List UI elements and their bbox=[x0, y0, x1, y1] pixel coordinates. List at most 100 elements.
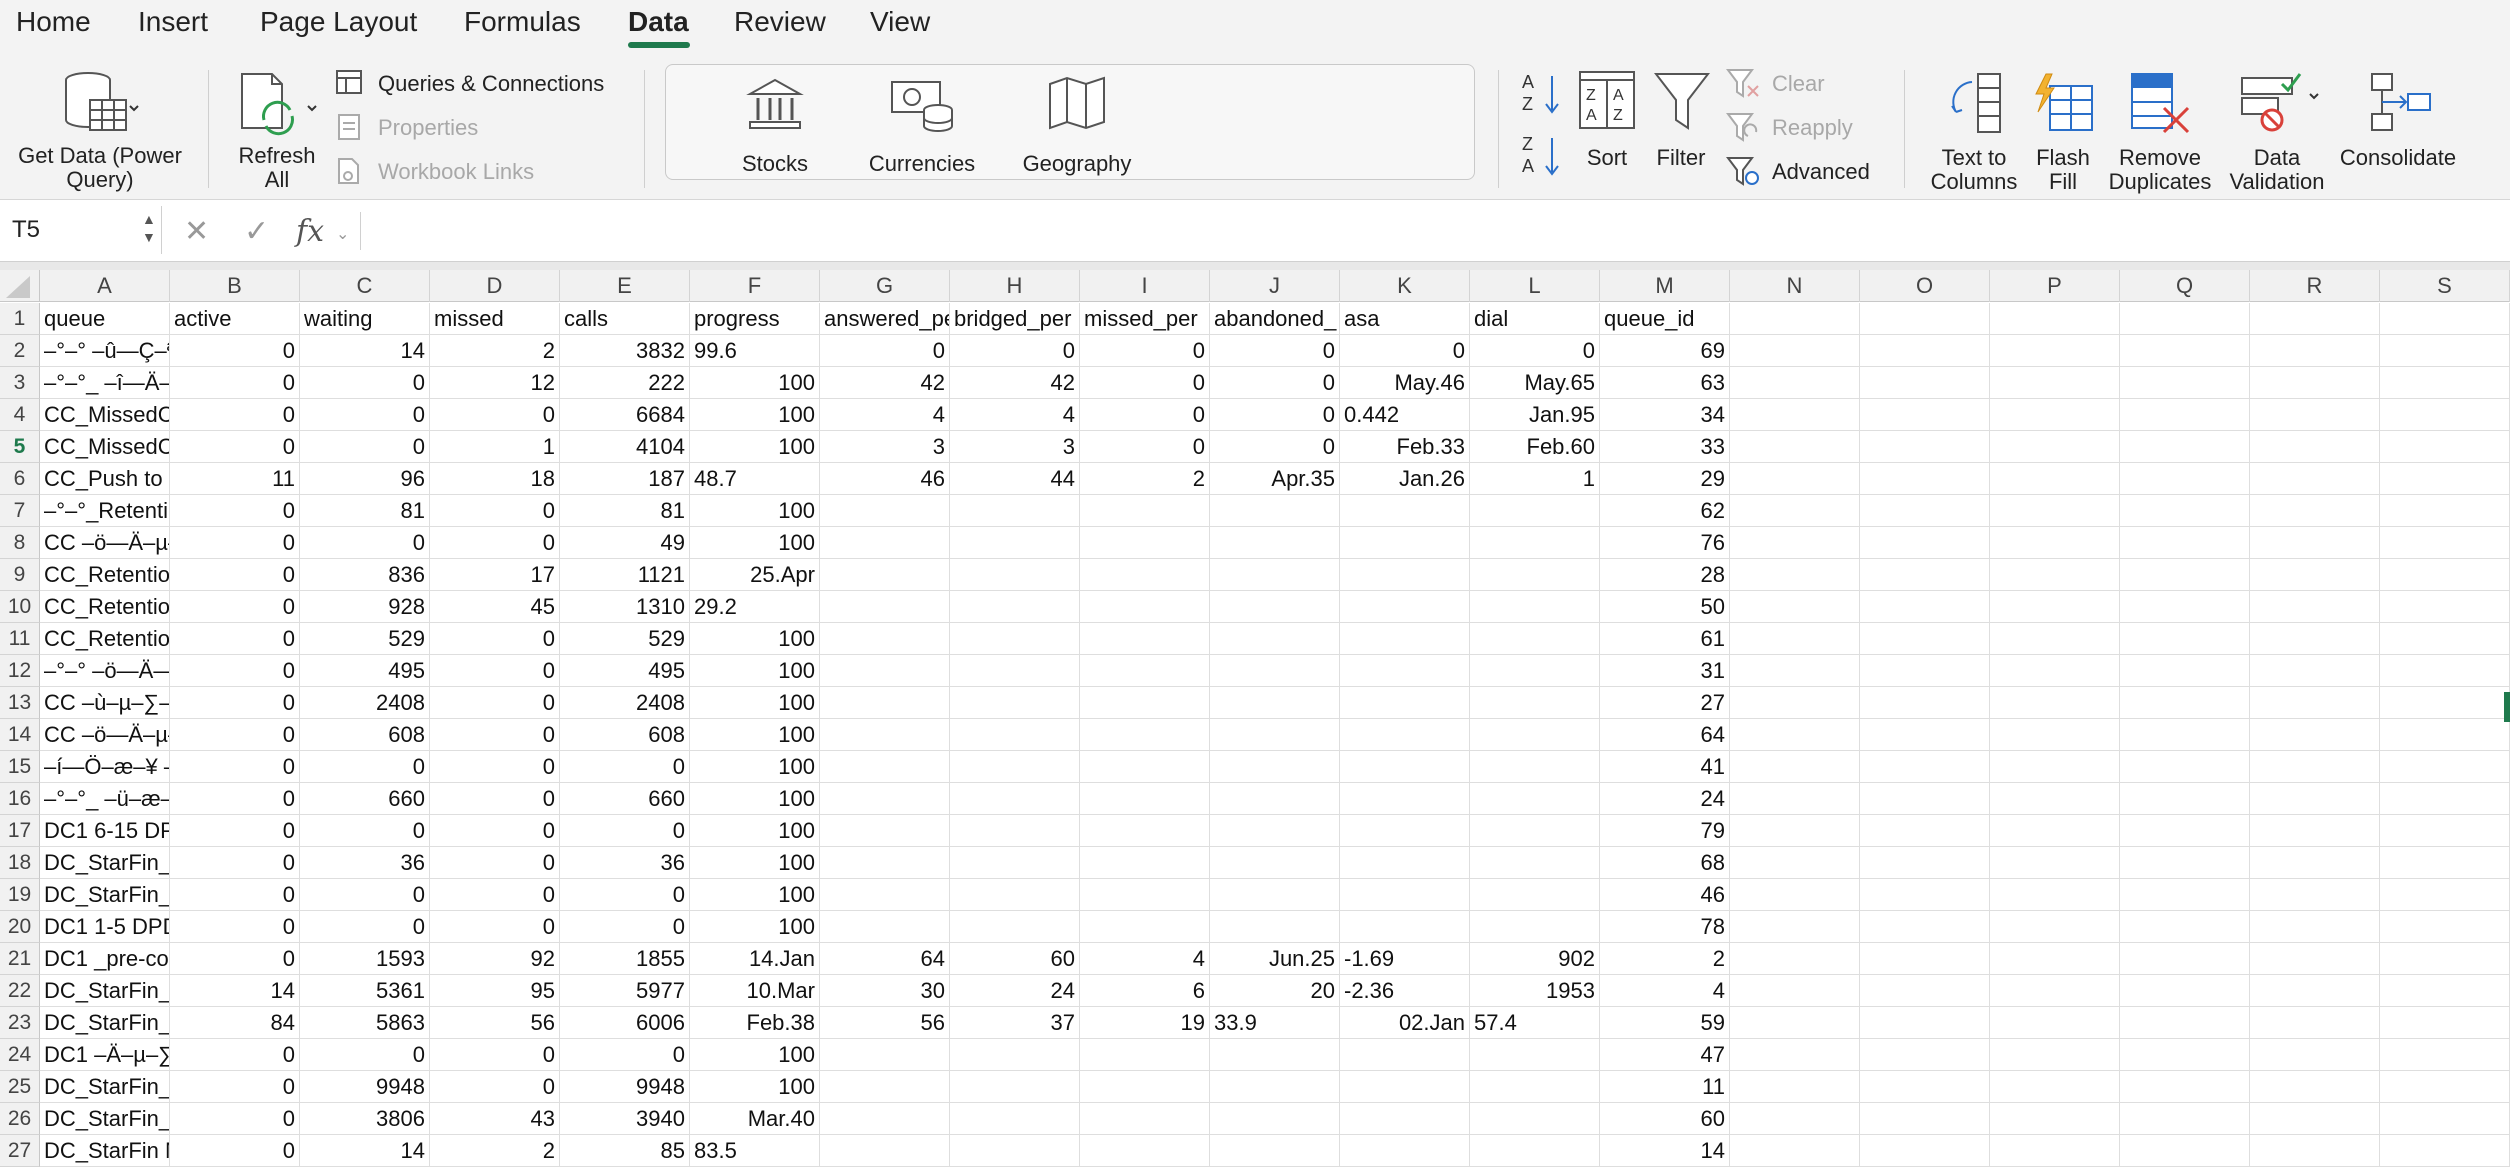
cell-m11[interactable]: 61 bbox=[1600, 623, 1730, 655]
cell-c16[interactable]: 660 bbox=[300, 783, 430, 815]
tab-home[interactable]: Home bbox=[16, 6, 91, 38]
cell-j11[interactable] bbox=[1210, 623, 1340, 655]
currencies-button[interactable]: Currencies bbox=[862, 70, 982, 180]
cell-m10[interactable]: 50 bbox=[1600, 591, 1730, 623]
cell-b19[interactable]: 0 bbox=[170, 879, 300, 911]
cell-l21[interactable]: 902 bbox=[1470, 943, 1600, 975]
cell-s13[interactable] bbox=[2380, 687, 2510, 719]
cell-i12[interactable] bbox=[1080, 655, 1210, 687]
cell-j16[interactable] bbox=[1210, 783, 1340, 815]
column-header-q[interactable]: Q bbox=[2120, 270, 2250, 302]
cell-a11[interactable]: CC_Retention bbox=[40, 623, 170, 655]
cell-s20[interactable] bbox=[2380, 911, 2510, 943]
cell-h20[interactable] bbox=[950, 911, 1080, 943]
cell-g8[interactable] bbox=[820, 527, 950, 559]
cell-d12[interactable]: 0 bbox=[430, 655, 560, 687]
cell-j13[interactable] bbox=[1210, 687, 1340, 719]
cell-m8[interactable]: 76 bbox=[1600, 527, 1730, 559]
cell-g24[interactable] bbox=[820, 1039, 950, 1071]
cell-k21[interactable]: -1.69 bbox=[1340, 943, 1470, 975]
cell-m24[interactable]: 47 bbox=[1600, 1039, 1730, 1071]
cell-m2[interactable]: 69 bbox=[1600, 335, 1730, 367]
name-box[interactable]: T5 bbox=[0, 206, 162, 254]
cell-o8[interactable] bbox=[1860, 527, 1990, 559]
cell-d17[interactable]: 0 bbox=[430, 815, 560, 847]
cell-q9[interactable] bbox=[2120, 559, 2250, 591]
cell-f11[interactable]: 100 bbox=[690, 623, 820, 655]
cell-k7[interactable] bbox=[1340, 495, 1470, 527]
cell-k24[interactable] bbox=[1340, 1039, 1470, 1071]
cell-a18[interactable]: DC_StarFin_I bbox=[40, 847, 170, 879]
cell-f5[interactable]: 100 bbox=[690, 431, 820, 463]
row-header[interactable]: 5 bbox=[0, 431, 40, 463]
cell-a2[interactable]: –°–° –û—Ç–ª bbox=[40, 335, 170, 367]
cell-j23[interactable]: 33.9 bbox=[1210, 1007, 1340, 1039]
cell-f22[interactable]: 10.Mar bbox=[690, 975, 820, 1007]
cell-r22[interactable] bbox=[2250, 975, 2380, 1007]
column-header-m[interactable]: M bbox=[1600, 270, 1730, 302]
cell-s25[interactable] bbox=[2380, 1071, 2510, 1103]
cell-p2[interactable] bbox=[1990, 335, 2120, 367]
cell-j25[interactable] bbox=[1210, 1071, 1340, 1103]
cell-q7[interactable] bbox=[2120, 495, 2250, 527]
row-header[interactable]: 8 bbox=[0, 527, 40, 559]
cell-i15[interactable] bbox=[1080, 751, 1210, 783]
cell-b14[interactable]: 0 bbox=[170, 719, 300, 751]
cell-e13[interactable]: 2408 bbox=[560, 687, 690, 719]
cell-i5[interactable]: 0 bbox=[1080, 431, 1210, 463]
cell-e3[interactable]: 222 bbox=[560, 367, 690, 399]
cell-i17[interactable] bbox=[1080, 815, 1210, 847]
confirm-icon[interactable]: ✓ bbox=[244, 214, 269, 249]
cell-k12[interactable] bbox=[1340, 655, 1470, 687]
cell-p20[interactable] bbox=[1990, 911, 2120, 943]
row-header[interactable]: 14 bbox=[0, 719, 40, 751]
cell-p11[interactable] bbox=[1990, 623, 2120, 655]
cell-r11[interactable] bbox=[2250, 623, 2380, 655]
cell-l12[interactable] bbox=[1470, 655, 1600, 687]
cell-d5[interactable]: 1 bbox=[430, 431, 560, 463]
cell-q4[interactable] bbox=[2120, 399, 2250, 431]
cell-o20[interactable] bbox=[1860, 911, 1990, 943]
cell-e16[interactable]: 660 bbox=[560, 783, 690, 815]
cell-e10[interactable]: 1310 bbox=[560, 591, 690, 623]
cell-g5[interactable]: 3 bbox=[820, 431, 950, 463]
cell-p14[interactable] bbox=[1990, 719, 2120, 751]
cell-c21[interactable]: 1593 bbox=[300, 943, 430, 975]
cell-e26[interactable]: 3940 bbox=[560, 1103, 690, 1135]
cell-i19[interactable] bbox=[1080, 879, 1210, 911]
cell-d4[interactable]: 0 bbox=[430, 399, 560, 431]
cell-n15[interactable] bbox=[1730, 751, 1860, 783]
cell-e15[interactable]: 0 bbox=[560, 751, 690, 783]
cell-k18[interactable] bbox=[1340, 847, 1470, 879]
cell-m23[interactable]: 59 bbox=[1600, 1007, 1730, 1039]
cell-h14[interactable] bbox=[950, 719, 1080, 751]
cell-a15[interactable]: –í—Ö–æ–¥ – bbox=[40, 751, 170, 783]
cell-q20[interactable] bbox=[2120, 911, 2250, 943]
cell-f4[interactable]: 100 bbox=[690, 399, 820, 431]
cell-p22[interactable] bbox=[1990, 975, 2120, 1007]
cell-q8[interactable] bbox=[2120, 527, 2250, 559]
cell-a3[interactable]: –°–°_ –î—Ä– bbox=[40, 367, 170, 399]
cell-g11[interactable] bbox=[820, 623, 950, 655]
cell-c18[interactable]: 36 bbox=[300, 847, 430, 879]
cell-k16[interactable] bbox=[1340, 783, 1470, 815]
cell-o10[interactable] bbox=[1860, 591, 1990, 623]
cell-c2[interactable]: 14 bbox=[300, 335, 430, 367]
cell-a20[interactable]: DC1 1-5 DPD bbox=[40, 911, 170, 943]
cell-i16[interactable] bbox=[1080, 783, 1210, 815]
cell-s12[interactable] bbox=[2380, 655, 2510, 687]
cell-c24[interactable]: 0 bbox=[300, 1039, 430, 1071]
cell-i23[interactable]: 19 bbox=[1080, 1007, 1210, 1039]
cell-b4[interactable]: 0 bbox=[170, 399, 300, 431]
cell-g1[interactable]: answered_pe bbox=[820, 303, 950, 335]
row-header[interactable]: 21 bbox=[0, 943, 40, 975]
cell-q22[interactable] bbox=[2120, 975, 2250, 1007]
cell-k6[interactable]: Jan.26 bbox=[1340, 463, 1470, 495]
text-to-columns-button[interactable]: Text to Columns bbox=[1922, 66, 2026, 194]
cell-g13[interactable] bbox=[820, 687, 950, 719]
cell-k3[interactable]: May.46 bbox=[1340, 367, 1470, 399]
cell-o5[interactable] bbox=[1860, 431, 1990, 463]
cell-a7[interactable]: –°–°_Retenti bbox=[40, 495, 170, 527]
cell-m20[interactable]: 78 bbox=[1600, 911, 1730, 943]
row-header[interactable]: 3 bbox=[0, 367, 40, 399]
